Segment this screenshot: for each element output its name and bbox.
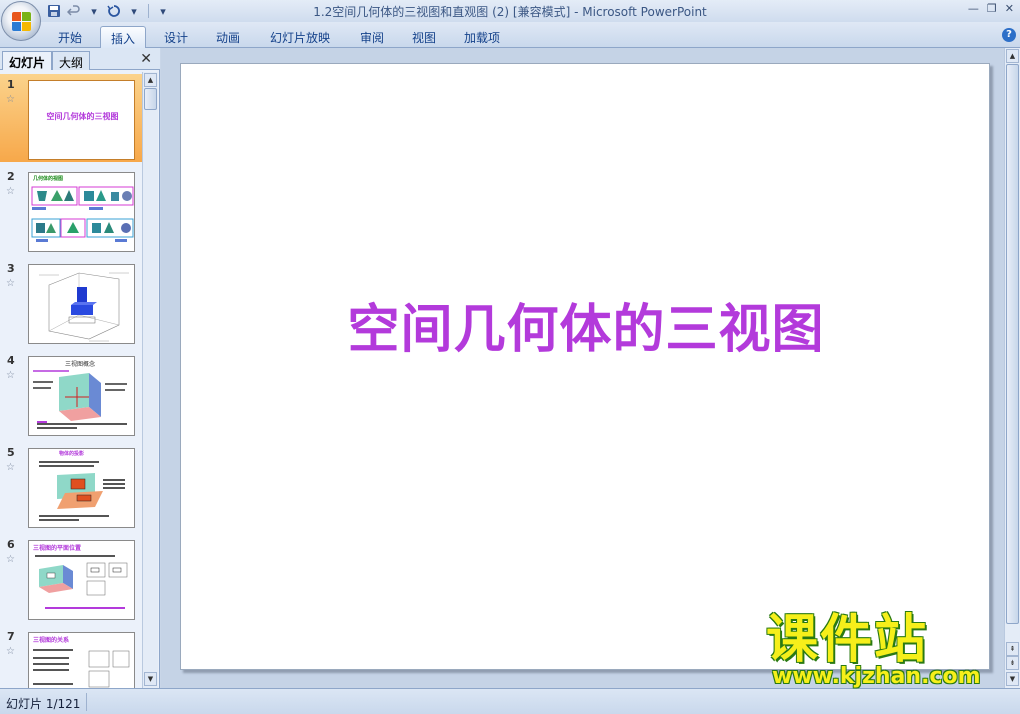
view-relation-diagram	[33, 649, 130, 688]
scroll-up-icon[interactable]: ▲	[1006, 49, 1019, 63]
ribbon-tabs: 开始 插入 设计 动画 幻灯片放映 审阅 视图 加载项 ?	[0, 22, 1020, 48]
previous-slide-icon[interactable]: ⇞	[1006, 642, 1019, 656]
next-slide-icon[interactable]: ⇟	[1006, 656, 1019, 670]
window-title: 1.2空间几何体的三视图和直观图 (2) [兼容模式] - Microsoft …	[313, 5, 707, 19]
tab-view[interactable]: 视图	[402, 26, 446, 48]
slide-number: 1	[7, 78, 15, 91]
help-icon[interactable]: ?	[1002, 28, 1016, 42]
panel-tabs: 幻灯片 大纲 ✕	[0, 48, 160, 70]
thumbnail-item[interactable]: 3 ☆	[0, 258, 142, 346]
slide-thumbnail[interactable]: 空间几何体的三视图	[28, 80, 135, 160]
tab-slides[interactable]: 幻灯片	[2, 51, 53, 70]
thumbnail-item[interactable]: 5 ☆ 物体的投影	[0, 442, 142, 530]
minimize-icon[interactable]: —	[968, 2, 979, 15]
thumbnail-title: 空间几何体的三视图	[46, 112, 119, 121]
animation-star-icon: ☆	[6, 94, 15, 105]
thumbnail-item[interactable]: 6 ☆ 三视图的平面位置	[0, 534, 142, 622]
tab-slideshow[interactable]: 幻灯片放映	[260, 26, 340, 48]
tab-outline[interactable]: 大纲	[52, 51, 91, 70]
slide-thumbnail[interactable]: 三视图的平面位置	[28, 540, 135, 620]
scroll-thumb[interactable]	[144, 88, 157, 110]
close-icon[interactable]: ✕	[1005, 2, 1014, 15]
slide-number: 4	[7, 354, 15, 367]
projection-box-diagram	[39, 272, 129, 342]
thumbnail-item[interactable]: 1 ☆ 空间几何体的三视图	[0, 74, 142, 162]
thumbnail-item[interactable]: 7 ☆ 三视图的关系	[0, 626, 142, 688]
window-controls: — ❐ ✕	[968, 2, 1014, 15]
watermark-text: 课件站	[766, 610, 929, 670]
slide-editor: 空间几何体的三视图	[161, 48, 1020, 688]
tab-review[interactable]: 审阅	[350, 26, 394, 48]
watermark-logo: 课件站 www.kjzhan.com	[766, 612, 1006, 692]
separator	[86, 693, 87, 711]
slide-number: 2	[7, 170, 15, 183]
slide-number: 3	[7, 262, 15, 275]
office-logo-icon	[12, 12, 32, 32]
slide-thumbnail[interactable]: 几何体的视图	[28, 172, 135, 252]
slide-thumbnail[interactable]	[28, 264, 135, 344]
animation-star-icon: ☆	[6, 186, 15, 197]
slide-number: 7	[7, 630, 15, 643]
close-panel-icon[interactable]: ✕	[140, 51, 152, 67]
animation-star-icon: ☆	[6, 370, 15, 381]
slides-panel: 幻灯片 大纲 ✕ 1 ☆ 空间几何体的三视图 2 ☆ 几何体的视图 3 ☆ 4 …	[0, 48, 160, 688]
title-bar: ▾ ▾ ▾ 1.2空间几何体的三视图和直观图 (2) [兼容模式] - Micr…	[0, 0, 1020, 22]
animation-star-icon: ☆	[6, 278, 15, 289]
tab-insert[interactable]: 插入	[100, 26, 147, 48]
slide-counter: 幻灯片 1/121	[6, 697, 81, 711]
animation-star-icon: ☆	[6, 554, 15, 565]
animation-star-icon: ☆	[6, 462, 15, 473]
slide-canvas[interactable]: 空间几何体的三视图	[180, 63, 990, 670]
tab-addins[interactable]: 加载项	[454, 26, 510, 48]
scroll-down-icon[interactable]: ▼	[144, 672, 157, 686]
solids-diagram	[31, 186, 134, 242]
three-view-diagram	[33, 370, 127, 429]
thumbnail-list: 1 ☆ 空间几何体的三视图 2 ☆ 几何体的视图 3 ☆ 4 ☆ 三视图概念 5…	[0, 72, 142, 688]
thumbnail-item[interactable]: 4 ☆ 三视图概念	[0, 350, 142, 438]
slide-title[interactable]: 空间几何体的三视图	[181, 287, 991, 362]
tab-home[interactable]: 开始	[48, 26, 92, 48]
editor-scrollbar[interactable]: ▲ ⇞ ⇟ ▼	[1004, 48, 1020, 688]
watermark-url: www.kjzhan.com	[772, 664, 981, 689]
slide-thumbnail[interactable]: 物体的投影	[28, 448, 135, 528]
animation-star-icon: ☆	[6, 646, 15, 657]
tab-animations[interactable]: 动画	[206, 26, 250, 48]
view-layout-diagram	[35, 555, 128, 609]
slide-number: 6	[7, 538, 15, 551]
tab-design[interactable]: 设计	[154, 26, 198, 48]
scroll-thumb[interactable]	[1006, 64, 1019, 624]
slide-thumbnail[interactable]: 三视图概念	[28, 356, 135, 436]
slide-number: 5	[7, 446, 15, 459]
projection-diagram	[39, 461, 125, 521]
thumbnail-scrollbar[interactable]: ▲ ▼	[142, 72, 158, 688]
scroll-down-icon[interactable]: ▼	[1006, 672, 1019, 686]
restore-icon[interactable]: ❐	[987, 2, 997, 15]
office-button[interactable]	[1, 1, 41, 41]
slide-thumbnail[interactable]: 三视图的关系	[28, 632, 135, 688]
scroll-up-icon[interactable]: ▲	[144, 73, 157, 87]
thumbnail-item[interactable]: 2 ☆ 几何体的视图	[0, 166, 142, 254]
